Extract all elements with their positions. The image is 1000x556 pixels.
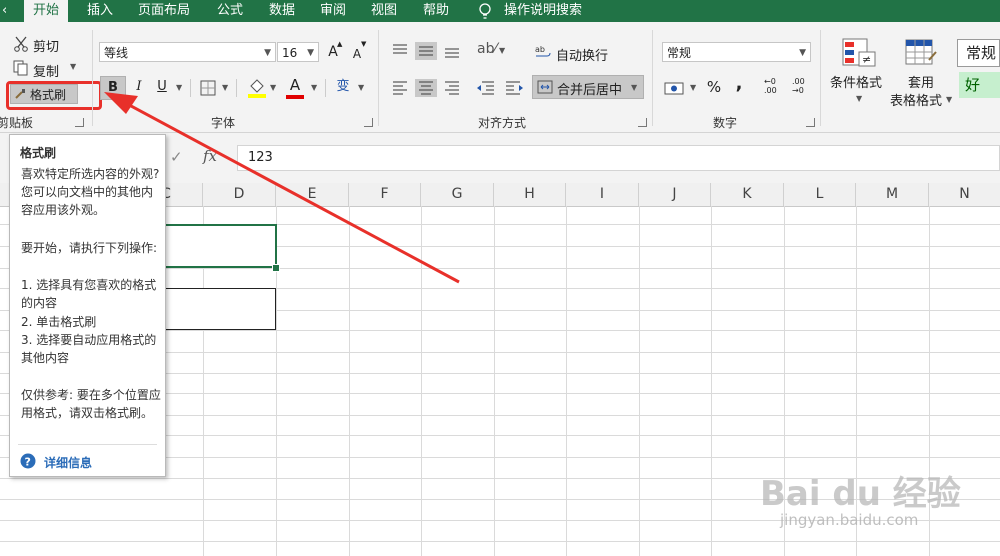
tooltip-description: 喜欢特定所选内容的外观? 您可以向文档中的其他内容应用该外观。 — [21, 167, 160, 217]
tooltip-start-heading: 要开始，请执行下列操作: — [21, 241, 158, 255]
tooltip-title: 格式刷 — [20, 146, 57, 160]
format-painter-tooltip: 格式刷 喜欢特定所选内容的外观? 您可以向文档中的其他内容应用该外观。 要开始，… — [9, 134, 166, 477]
baidu-watermark-logo: Bai du 经验 — [760, 474, 961, 514]
baidu-watermark-url: jingyan.baidu.com — [780, 511, 919, 529]
svg-text:?: ? — [25, 456, 31, 469]
help-icon: ? — [20, 453, 36, 469]
tooltip-step-3: 3. 选择要自动应用格式的其他内容 — [21, 333, 157, 365]
tooltip-step-2: 2. 单击格式刷 — [21, 315, 97, 329]
tooltip-step-1: 1. 选择具有您喜欢的格式的内容 — [21, 278, 157, 310]
tooltip-tip-note: 仅供参考: 要在多个位置应用格式，请双击格式刷。 — [21, 388, 161, 420]
tooltip-divider — [18, 444, 157, 445]
tooltip-more-info-link[interactable]: 详细信息 — [44, 454, 92, 471]
